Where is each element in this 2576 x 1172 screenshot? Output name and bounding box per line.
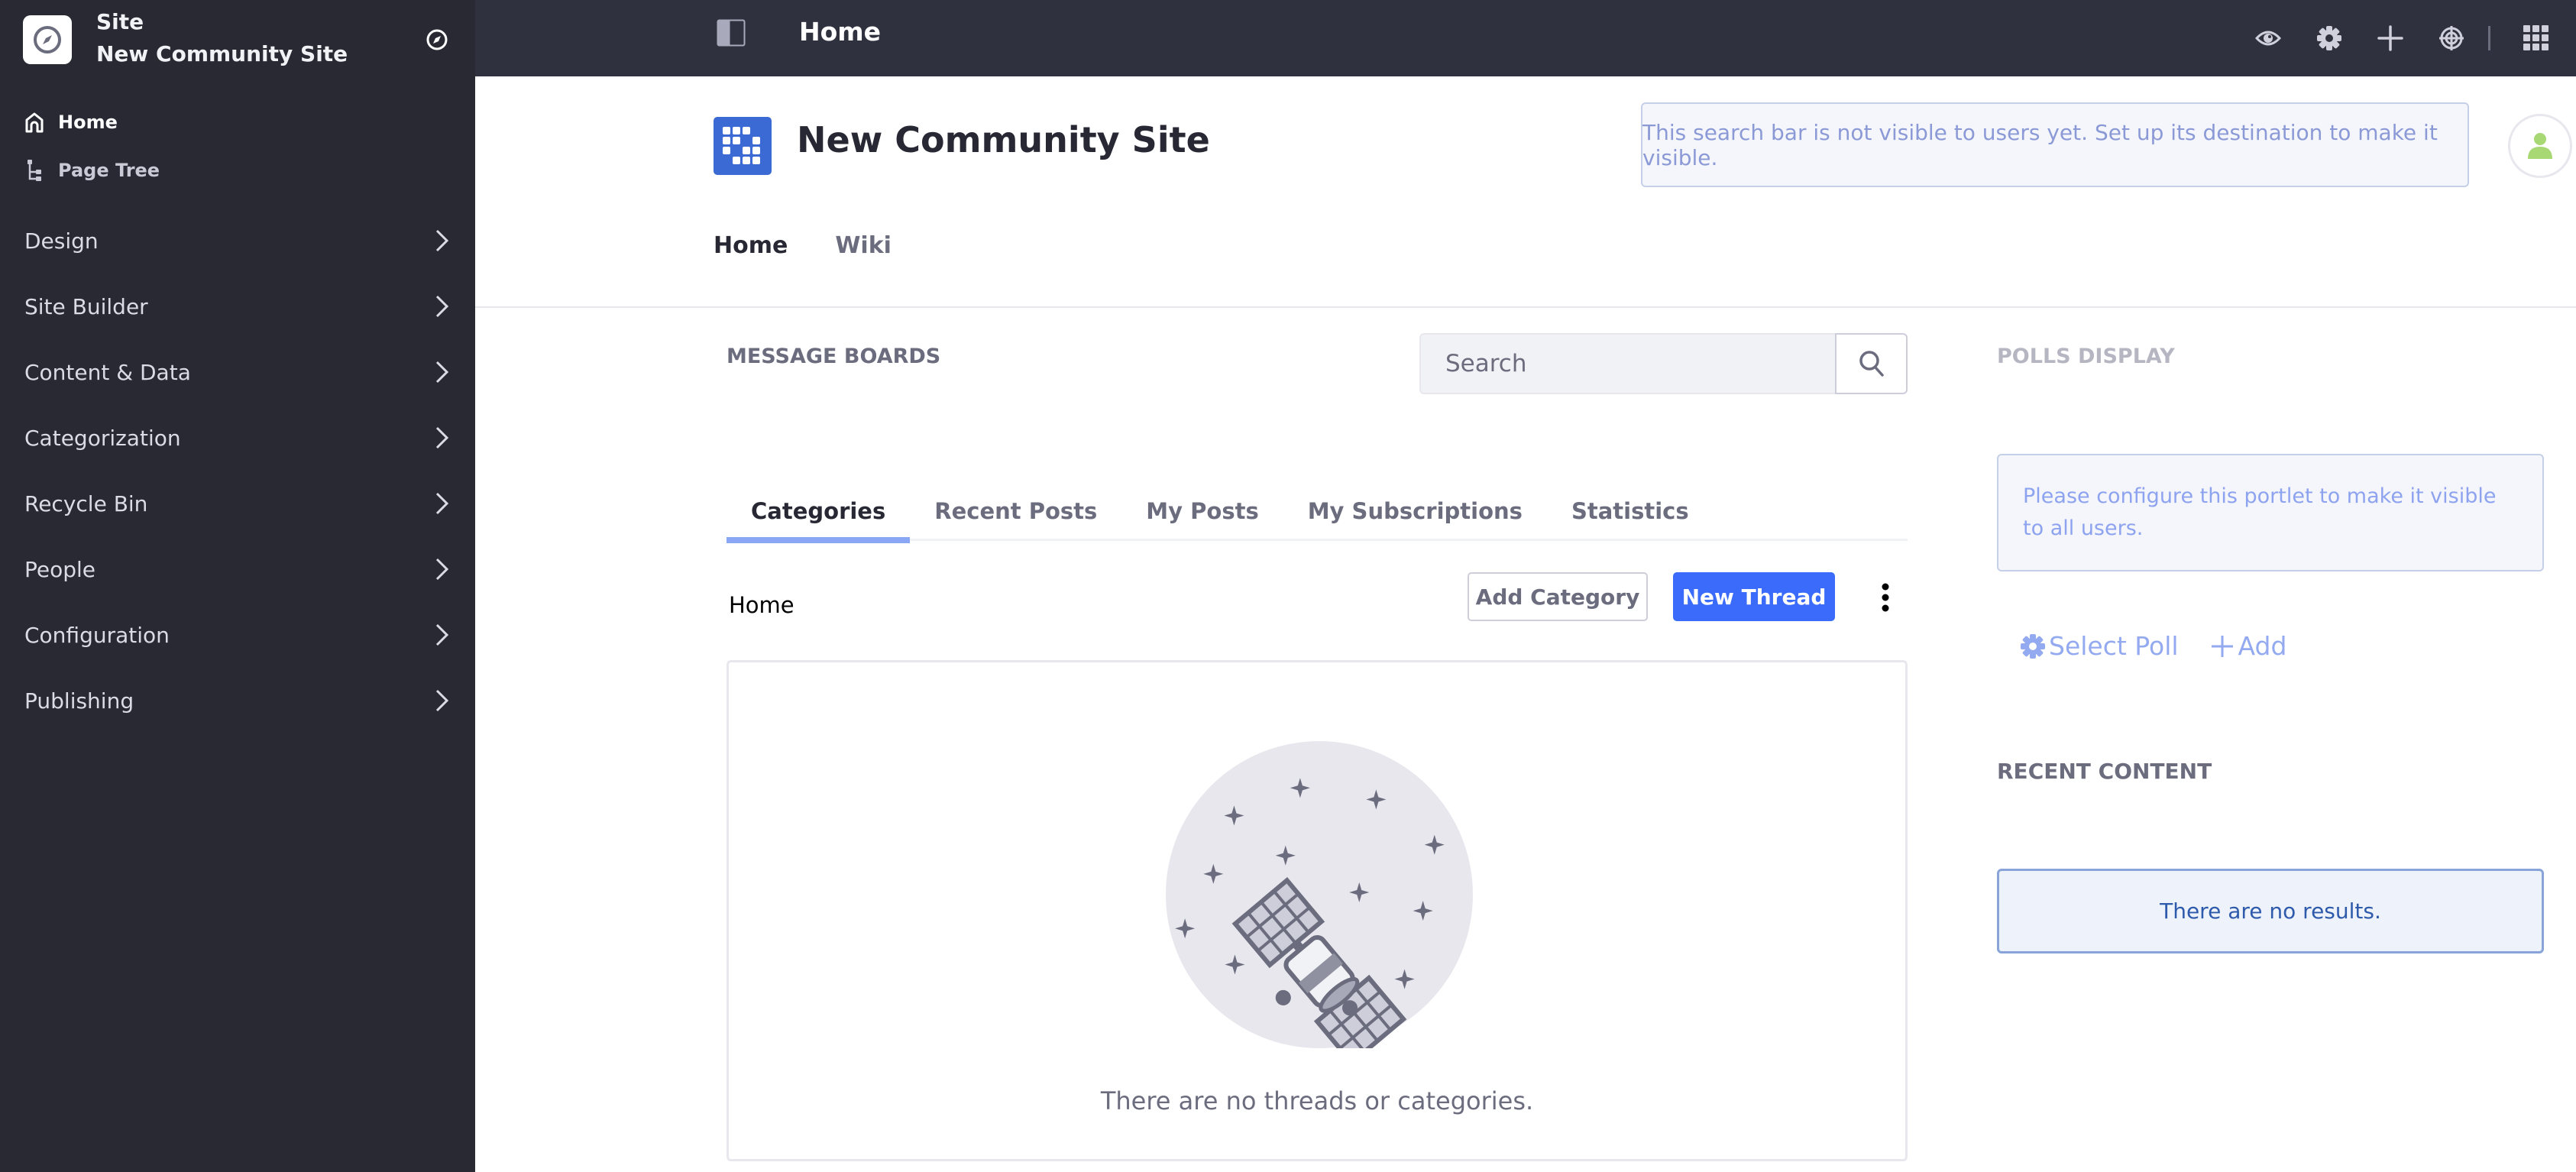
sidebar-item-label: Configuration xyxy=(24,622,170,648)
tab-my-subscriptions[interactable]: My Subscriptions xyxy=(1283,481,1547,541)
site-logo-icon xyxy=(723,127,760,164)
site-nav-wiki[interactable]: Wiki xyxy=(835,232,892,259)
site-nav-home[interactable]: Home xyxy=(714,232,788,259)
sidebar-item-label: Content & Data xyxy=(24,359,191,385)
page-tree-icon xyxy=(23,159,46,182)
chevron-right-icon xyxy=(435,426,449,449)
user-icon xyxy=(2528,133,2552,159)
sidebar-item-label: Site Builder xyxy=(24,293,148,319)
chevron-right-icon xyxy=(435,492,449,515)
new-thread-button[interactable]: New Thread xyxy=(1673,572,1835,621)
sidebar-item-site-builder[interactable]: Site Builder xyxy=(0,274,475,339)
sidebar-item-label: Categorization xyxy=(24,425,181,451)
search-icon xyxy=(1859,351,1884,377)
sidebar-quick-page-tree[interactable]: Page Tree xyxy=(23,159,160,182)
recent-content-empty-message: There are no results. xyxy=(1997,869,2544,953)
chevron-right-icon xyxy=(435,558,449,581)
add-plus-icon[interactable] xyxy=(2375,23,2406,53)
sidebar-item-content-data[interactable]: Content & Data xyxy=(0,339,475,405)
more-options-button[interactable] xyxy=(1873,581,1898,614)
vertical-ellipsis-icon xyxy=(1882,583,1889,612)
sidebar-item-design[interactable]: Design xyxy=(0,208,475,274)
sidebar-item-people[interactable]: People xyxy=(0,536,475,602)
site-title: New Community Site xyxy=(797,119,1210,160)
compass-icon xyxy=(34,26,61,53)
gear-icon xyxy=(2021,633,2045,659)
user-avatar[interactable] xyxy=(2508,114,2572,178)
applications-menu-icon[interactable] xyxy=(2521,23,2552,53)
site-logo-tile[interactable] xyxy=(23,15,72,64)
chevron-right-icon xyxy=(435,295,449,318)
sidebar-item-label: Design xyxy=(24,228,99,254)
control-menu: Home xyxy=(475,0,2576,76)
message-boards-search xyxy=(1419,333,1908,394)
plus-icon xyxy=(2211,635,2233,657)
preview-eye-icon[interactable] xyxy=(2253,23,2283,53)
search-button[interactable] xyxy=(1835,333,1908,394)
add-category-button[interactable]: Add Category xyxy=(1468,572,1648,621)
chevron-right-icon xyxy=(435,689,449,712)
tab-statistics[interactable]: Statistics xyxy=(1547,481,1714,541)
empty-state-panel: There are no threads or categories. xyxy=(727,660,1908,1161)
message-boards-tabs: Categories Recent Posts My Posts My Subs… xyxy=(727,481,1908,543)
search-bar-notice: This search bar is not visible to users … xyxy=(1641,102,2469,187)
page-title: Home xyxy=(799,17,882,47)
sidebar-item-configuration[interactable]: Configuration xyxy=(0,602,475,668)
sidebar-item-label: Publishing xyxy=(24,688,134,714)
tab-categories[interactable]: Categories xyxy=(727,481,911,543)
message-boards-search-input[interactable] xyxy=(1419,333,1835,394)
sidebar-menu: Design Site Builder Content & Data Categ… xyxy=(0,208,475,733)
chevron-right-icon xyxy=(435,623,449,646)
sidebar-toggle-icon[interactable] xyxy=(717,19,746,47)
satellite-illustration-icon xyxy=(1166,741,1473,1048)
toolbar-divider xyxy=(2488,26,2490,50)
tab-recent-posts[interactable]: Recent Posts xyxy=(910,481,1121,541)
sidebar-quick-page-tree-label: Page Tree xyxy=(58,160,160,181)
select-poll-label: Select Poll xyxy=(2049,631,2179,661)
site-navigation: Home Wiki xyxy=(714,232,939,259)
breadcrumb[interactable]: Home xyxy=(729,592,794,618)
home-icon xyxy=(23,111,46,134)
polls-config-notice: Please configure this portlet to make it… xyxy=(1997,454,2544,571)
site-label: Site xyxy=(96,9,144,34)
add-poll-link[interactable]: Add xyxy=(2209,631,2287,661)
chevron-right-icon xyxy=(435,361,449,384)
select-poll-link[interactable]: Select Poll xyxy=(2020,631,2179,661)
sidebar-item-recycle-bin[interactable]: Recycle Bin xyxy=(0,471,475,536)
sidebar-quick-home-label: Home xyxy=(58,112,118,133)
site-navigator-compass-icon[interactable] xyxy=(425,28,449,52)
message-boards-title: MESSAGE BOARDS xyxy=(727,345,941,368)
polls-actions: Select Poll Add xyxy=(2020,631,2317,661)
tab-my-posts[interactable]: My Posts xyxy=(1121,481,1283,541)
chevron-right-icon xyxy=(435,229,449,252)
header-divider xyxy=(475,306,2576,308)
sidebar-item-label: People xyxy=(24,556,96,582)
recent-content-title: RECENT CONTENT xyxy=(1997,759,2212,784)
add-poll-label: Add xyxy=(2238,631,2287,661)
sidebar-item-categorization[interactable]: Categorization xyxy=(0,405,475,471)
site-name: New Community Site xyxy=(96,41,348,66)
settings-gear-icon[interactable] xyxy=(2314,23,2345,53)
site-logo[interactable] xyxy=(714,117,772,175)
sidebar-quick-home[interactable]: Home xyxy=(23,111,118,134)
sidebar-item-publishing[interactable]: Publishing xyxy=(0,668,475,733)
sidebar-item-label: Recycle Bin xyxy=(24,490,148,516)
polls-display-title: POLLS DISPLAY xyxy=(1997,345,2175,368)
product-menu-sidebar: Site New Community Site Home Page Tree D… xyxy=(0,0,475,1172)
simulation-target-icon[interactable] xyxy=(2436,23,2467,53)
empty-state-message: There are no threads or categories. xyxy=(1100,1086,1534,1115)
control-menu-actions xyxy=(2222,0,2576,76)
